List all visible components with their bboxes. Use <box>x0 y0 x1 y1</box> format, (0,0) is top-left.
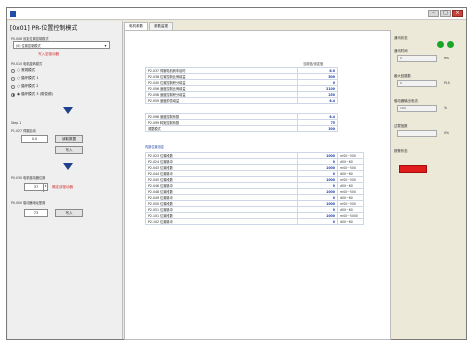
radio-label: ○ 循环模式 1 <box>17 76 39 80</box>
alarm-indicator <box>399 165 427 173</box>
radio-mode-1[interactable]: ○ 常规模式 <box>11 68 35 73</box>
table-row: P2.059 速度前馈增益 6.4 <box>145 97 338 104</box>
param-unit: d00~60 <box>337 218 364 225</box>
status-value-field: 0 <box>397 80 437 87</box>
status-label: 过载指数 <box>394 124 408 128</box>
param-table-2: P2.098 速度控制系数 6.4 P2.099 转矩控制系数 75 调整模式 300 <box>145 113 338 132</box>
left-panel: [0x01] PR-位置控制模式 P0.006 设定位置控制模式 (0) 位置控… <box>8 21 123 339</box>
radio-dot <box>11 92 15 97</box>
tab-param-monitor[interactable]: 参数监视 <box>149 22 173 30</box>
status-value-field: 0 <box>397 55 437 62</box>
status-label: 报警状态 <box>394 149 408 153</box>
mode-select-value: (0) 位置控制模式 <box>16 43 41 48</box>
param-table-1: P2.037 伺服电机刹车延时 6.0 P2.038 位置控制比例增益 500 P2.0… <box>145 67 338 104</box>
param-table-3: P2.023 位置段数 1000 mS0~500 P2.024 位置脉冲 0 d00~60… <box>145 152 364 225</box>
radio-dot <box>11 68 15 73</box>
status-unit: 0% <box>444 131 450 135</box>
radio-mode-3[interactable]: ○ 循环模式 2 <box>11 84 39 89</box>
radio-label: ○ 常规模式 <box>17 68 36 72</box>
radio-label: ○ 循环模式 2 <box>17 84 39 88</box>
param-label: 调整模式 <box>145 125 298 132</box>
maximize-button[interactable]: □ <box>440 10 451 17</box>
param-value[interactable]: 0 <box>297 218 338 225</box>
close-button[interactable]: × <box>452 10 463 17</box>
app-window: – □ × [0x01] PR-位置控制模式 P0.006 设定位置控制模式 (… <box>6 7 467 340</box>
spinner-arrows-icon[interactable]: ⇕ <box>43 184 47 192</box>
mode-select[interactable]: (0) 位置控制模式 ▾ <box>13 41 110 49</box>
mode-title: PR-位置控制模式 <box>31 25 78 32</box>
read-data-button[interactable]: 读取数据 <box>55 135 83 143</box>
tab-motor-params[interactable]: 电机参数 <box>124 22 148 30</box>
arrow-down-icon <box>63 107 73 114</box>
table-row: 调整模式 300 <box>145 125 338 132</box>
status-label: 通讯时间 <box>394 49 408 53</box>
minimize-button[interactable]: – <box>428 10 439 17</box>
status-unit: % <box>444 106 448 110</box>
radio-label: ◉ 循环模式 3 (带变频) <box>17 92 53 96</box>
parameter-panel: 当前值/设定值 P2.037 伺服电机刹车延时 6.0 P2.038 位置控制比例增… <box>124 30 391 340</box>
status-value-field: 100 <box>397 105 437 112</box>
drive-address-label: P0.000 驱动器地址配置 <box>11 201 46 205</box>
radio-mode-2[interactable]: ○ 循环模式 1 <box>11 76 39 81</box>
write-address-button[interactable]: 写入 <box>55 209 83 217</box>
app-icon <box>10 10 16 17</box>
group3-header: 内部位置设定 <box>145 145 165 149</box>
comm-status-label: 通讯状态 <box>394 36 408 40</box>
status-label: 最大回路数 <box>394 74 411 78</box>
arrow-down-icon <box>63 163 73 170</box>
tab-bar: 电机参数 参数监视 <box>124 22 174 30</box>
status-panel: 通讯状态 通讯时间 0 ms 最大回路数 0 PLS 驱动器输出电流 100% 过载指数 0% 报警… <box>392 30 466 340</box>
status-value-field <box>397 130 437 137</box>
param-label: P2.102 位置脉冲 <box>145 218 298 225</box>
title-bar: – □ × <box>7 8 466 20</box>
status-led-1 <box>437 41 444 48</box>
group1-header: 当前值/设定值 <box>303 62 324 66</box>
param-value[interactable]: 300 <box>297 125 338 132</box>
chevron-down-icon[interactable]: ▾ <box>103 43 108 48</box>
param-value[interactable]: 6.4 <box>297 97 338 104</box>
write-to-drive-link[interactable]: 写入至驱动器 <box>38 52 59 57</box>
window-controls: – □ × <box>428 10 463 17</box>
drive-position-label: P0.030 电机驱动器位置 <box>11 176 46 180</box>
rotation-mode-label: P0.010 电机旋转模式 <box>11 62 43 66</box>
param-label: P2.059 速度前馈增益 <box>145 97 298 104</box>
mode-header: [0x01] PR-位置控制模式 <box>10 23 77 32</box>
status-led-2 <box>447 41 454 48</box>
radio-dot <box>11 76 15 81</box>
servo-start-label: P1.027 伺服启动 <box>11 129 36 133</box>
step1-label: Step 1 <box>11 121 22 125</box>
confirm-drive-link[interactable]: 确定该驱动器 <box>52 185 73 190</box>
status-unit: PLS <box>444 81 450 85</box>
table-row: P2.102 位置脉冲 0 d00~60 <box>145 218 364 225</box>
status-unit: ms <box>444 56 449 60</box>
drive-address-input[interactable]: 73 <box>24 209 48 217</box>
radio-mode-4[interactable]: ◉ 循环模式 3 (带变频) <box>11 92 53 97</box>
mode-code: [0x01] <box>10 25 30 32</box>
write-button[interactable]: 写入 <box>55 146 83 154</box>
servo-start-input[interactable]: 0.0 <box>21 135 48 143</box>
radio-dot <box>11 84 15 89</box>
status-label: 驱动器输出电流 <box>394 99 418 103</box>
